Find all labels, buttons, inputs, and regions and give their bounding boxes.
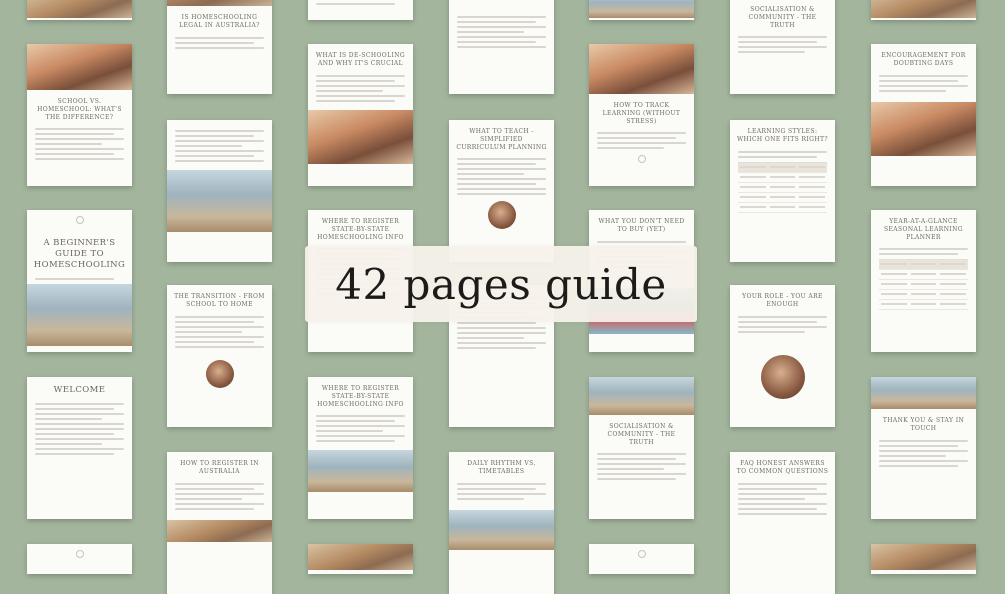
page-what-is-deschooling: What is de-schooling and why it's crucia… (308, 44, 413, 186)
page-encouragement: Encouragement for doubting days (871, 44, 976, 186)
page-title: What is de-schooling and why it's crucia… (315, 52, 406, 67)
page-thank-you: Thank you & stay in touch (871, 377, 976, 519)
page-title: Socialisation & community - the truth (607, 423, 676, 446)
page-faq: FAQ honest answers to common questions (730, 452, 835, 594)
page-school-vs-homeschool: School vs. Homeschool: what's the differ… (27, 44, 132, 186)
page-title: What you don't need to buy (yet) (598, 218, 685, 233)
page-title: FAQ honest answers to common questions (736, 460, 829, 475)
page-title: School vs. Homeschool: what's the differ… (37, 98, 122, 121)
page-title: Welcome (53, 385, 106, 395)
page-what-to-teach: What to teach - simplified curriculum pl… (449, 120, 554, 262)
page-daily-rhythm: Daily rhythm vs. timetables (449, 452, 554, 594)
page-socialisation-2: Socialisation & community - the truth (730, 0, 835, 94)
page-title: The transition - from school to home (174, 293, 265, 308)
banner: 42 pages guide (305, 246, 697, 322)
page-thumbnail (871, 544, 976, 574)
page-thumbnail (27, 544, 132, 574)
page-title: Socialisation & community - the truth (748, 6, 817, 29)
page-why-families (167, 120, 272, 262)
page-title: Where to register state-by-state homesch… (317, 385, 404, 408)
page-title: Daily rhythm vs. timetables (467, 460, 536, 475)
page-title: Your role - you are enough (742, 293, 823, 308)
page-thumbnail (449, 0, 554, 94)
page-year-at-a-glance: Year-at-a-glance seasonal learning plann… (871, 210, 976, 352)
page-your-role: Your role - you are enough (730, 285, 835, 427)
page-title: How to register in Australia (180, 460, 259, 475)
cover-title: A beginner's guide to homeschooling (33, 238, 126, 271)
page-title: What to teach - simplified curriculum pl… (456, 128, 547, 151)
page-title: Is homeschooling legal in Australia? (179, 14, 260, 29)
page-title: How to track learning (without stress) (602, 102, 681, 125)
page-title: Encouragement for doubting days (881, 52, 966, 67)
page-welcome: Welcome (27, 377, 132, 519)
page-title: Learning styles: which one fits right? (736, 128, 829, 143)
page-thumbnail (27, 0, 132, 20)
page-title: Where to register state-by-state homesch… (317, 218, 404, 241)
page-learning-styles: Learning styles: which one fits right? (730, 120, 835, 262)
page-homeschooling-legal: Is homeschooling legal in Australia? (167, 0, 272, 94)
banner-text: 42 pages guide (335, 259, 667, 309)
page-track-learning: How to track learning (without stress) (589, 44, 694, 186)
page-thumbnail (589, 0, 694, 20)
page-thumbnail (589, 544, 694, 574)
page-transition: The transition - from school to home (167, 285, 272, 427)
page-title: Thank you & stay in touch (882, 417, 965, 432)
page-thumbnail (308, 544, 413, 574)
page-title: Year-at-a-glance seasonal learning plann… (883, 218, 963, 241)
page-thumbnail (308, 0, 413, 20)
page-where-to-register-2: Where to register state-by-state homesch… (308, 377, 413, 519)
page-thumbnail (871, 0, 976, 20)
page-how-to-register: How to register in Australia (167, 452, 272, 594)
page-beginners-guide: A beginner's guide to homeschooling (27, 210, 132, 352)
page-socialisation: Socialisation & community - the truth (589, 377, 694, 519)
